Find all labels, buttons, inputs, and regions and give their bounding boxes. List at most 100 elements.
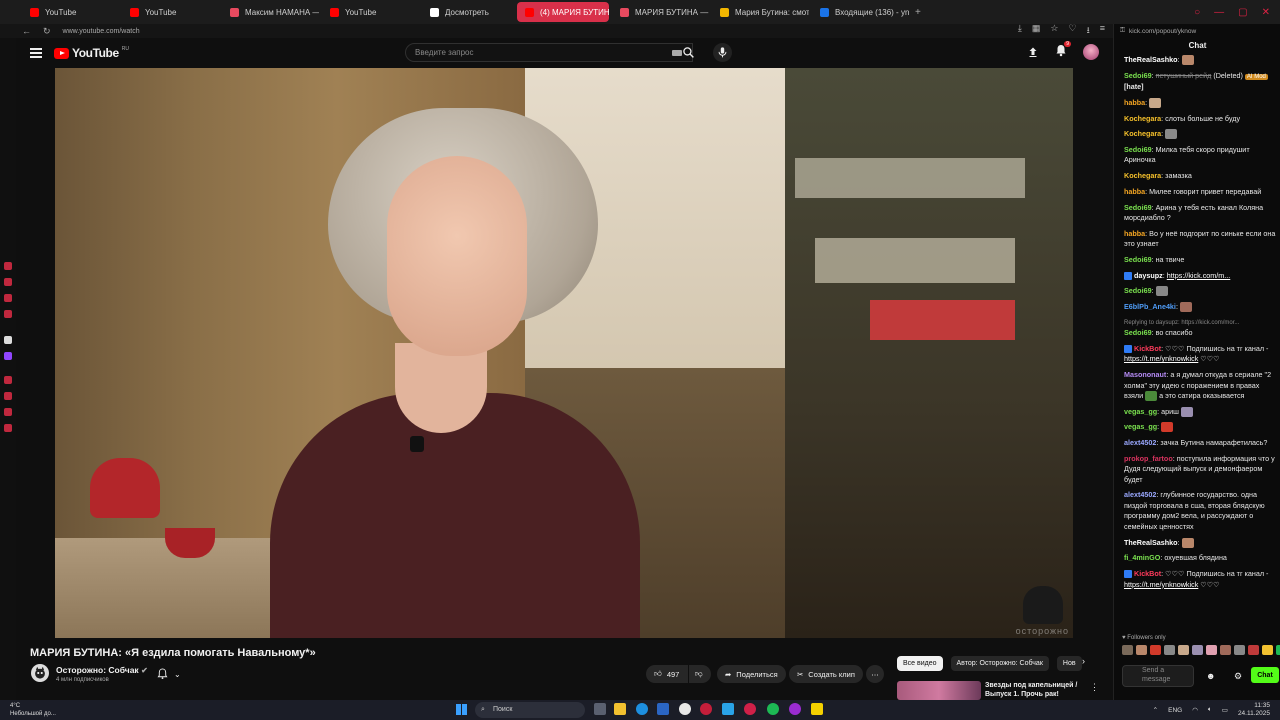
sidebar-app-icon[interactable]: [4, 278, 12, 286]
chat-username[interactable]: habba: [1124, 187, 1145, 196]
browser-tab[interactable]: (4) МАРИЯ БУТИНА: [517, 2, 609, 22]
chat-link[interactable]: https://t.me/ynknowkick: [1124, 354, 1198, 363]
emote-icon[interactable]: [1178, 645, 1189, 655]
chat-username[interactable]: prokop_fartoo: [1124, 454, 1173, 463]
sidebar-app-icon[interactable]: [4, 310, 12, 318]
account-avatar[interactable]: [1083, 44, 1099, 60]
menu-icon[interactable]: ≡: [1100, 23, 1105, 39]
task-view-icon[interactable]: [594, 703, 606, 715]
recommended-video-thumbnail[interactable]: [897, 681, 981, 700]
share-button[interactable]: ➦ Поделиться: [717, 665, 786, 683]
subscription-bell-button[interactable]: ⌄: [151, 665, 191, 683]
video-player[interactable]: осторожно: [55, 68, 1073, 638]
dislike-button[interactable]: 👎︎: [689, 665, 711, 683]
file-explorer-icon[interactable]: [614, 703, 626, 715]
chat-username[interactable]: Sedoi69: [1124, 255, 1152, 264]
emote-icon[interactable]: [1122, 645, 1133, 655]
wifi-icon[interactable]: ◠: [1192, 706, 1198, 714]
chat-username[interactable]: Sedoi69: [1124, 203, 1152, 212]
channel-name[interactable]: Осторожно: Собчак ✔: [56, 665, 148, 675]
emote-icon[interactable]: [1150, 645, 1161, 655]
edge-icon[interactable]: [636, 703, 648, 715]
chat-username[interactable]: Masononaut: [1124, 370, 1166, 379]
back-icon[interactable]: ←: [22, 26, 31, 36]
new-tab-button[interactable]: +: [915, 7, 921, 18]
system-clock[interactable]: 11:35 24.11.2025: [1238, 702, 1270, 718]
sidebar-app-icon[interactable]: [4, 294, 12, 302]
emote-icon[interactable]: [1164, 645, 1175, 655]
chat-username[interactable]: alext4502: [1124, 438, 1156, 447]
browser-tab[interactable]: Максим НАМАНА — Янд: [222, 2, 319, 22]
chat-username[interactable]: TheRealSashko: [1124, 55, 1178, 64]
sidebar-app-icon[interactable]: [4, 424, 12, 432]
weather-widget[interactable]: 4°C Небольшой до...: [10, 702, 56, 718]
emote-icon[interactable]: [1248, 645, 1259, 655]
voice-search-button[interactable]: [713, 43, 732, 62]
chat-username[interactable]: Kochegara: [1124, 129, 1161, 138]
emote-icon[interactable]: [1262, 645, 1273, 655]
chat-link[interactable]: https://kick.com/m...: [1167, 271, 1231, 280]
upload-icon[interactable]: [1027, 46, 1039, 58]
sidebar-app-icon[interactable]: [4, 336, 12, 344]
emote-icon[interactable]: [1206, 645, 1217, 655]
minimize-icon[interactable]: —: [1214, 7, 1224, 18]
chat-username[interactable]: E6blPb_Ane4ki: [1124, 302, 1176, 311]
downloads-icon[interactable]: ⭳: [1087, 23, 1090, 39]
chat-username[interactable]: TheRealSashko: [1124, 538, 1178, 547]
emote-icon[interactable]: [1276, 645, 1280, 655]
store-icon[interactable]: [657, 703, 669, 715]
sidebar-app-icon[interactable]: [4, 392, 12, 400]
create-clip-button[interactable]: ✂ Создать клип: [789, 665, 863, 683]
battery-icon[interactable]: ▭: [1222, 706, 1228, 714]
yandex-icon[interactable]: [679, 703, 691, 715]
chat-username[interactable]: Sedoi69: [1124, 71, 1152, 80]
sidebar-app-icon[interactable]: [4, 262, 12, 270]
browser-tab[interactable]: МАРИЯ БУТИНА — Янд: [612, 2, 709, 22]
hamburger-menu-icon[interactable]: [30, 48, 42, 58]
chat-link[interactable]: https://t.me/ynknowkick: [1124, 580, 1198, 589]
sidebar-app-icon[interactable]: [4, 376, 12, 384]
emote-icon[interactable]: [1234, 645, 1245, 655]
chat-username[interactable]: KickBot: [1134, 344, 1161, 353]
chat-message-input[interactable]: Send a message: [1122, 665, 1194, 687]
notifications-button[interactable]: 9: [1055, 41, 1071, 60]
browser-tab[interactable]: Входящие (136) - ynkno: [812, 2, 909, 22]
browser-tab[interactable]: YouTube: [122, 2, 219, 22]
chat-username[interactable]: habba: [1124, 229, 1145, 238]
opera-gx-icon[interactable]: [744, 703, 756, 715]
search-tabs-icon[interactable]: ○: [1194, 7, 1200, 18]
twitch-icon[interactable]: [4, 352, 12, 360]
browser-tab[interactable]: Досмотреть: [422, 2, 514, 22]
emote-icon[interactable]: [1136, 645, 1147, 655]
recommended-video-title[interactable]: Звезды под капельницей / Выпуск 1. Прочь…: [985, 681, 1085, 699]
opera-icon[interactable]: [700, 703, 712, 715]
reload-icon[interactable]: ↻: [43, 26, 51, 37]
app-icon[interactable]: [789, 703, 801, 715]
recommended-video-menu-icon[interactable]: ⋮: [1090, 682, 1099, 693]
chat-username[interactable]: fi_4minGO: [1124, 553, 1160, 562]
chat-username[interactable]: vegas_gg: [1124, 422, 1157, 431]
more-actions-button[interactable]: ⋯: [866, 665, 884, 683]
browser-tab[interactable]: Мария Бутина: смотри: [712, 2, 809, 22]
close-window-icon[interactable]: ✕: [1262, 7, 1270, 18]
chat-username[interactable]: Sedoi69: [1124, 286, 1152, 295]
chat-username[interactable]: vegas_gg: [1124, 407, 1157, 416]
youtube-logo[interactable]: YouTube RU: [54, 46, 129, 60]
music-app-icon[interactable]: [767, 703, 779, 715]
windows-start-icon[interactable]: [456, 704, 467, 715]
chat-send-button[interactable]: Chat: [1251, 667, 1279, 683]
address-url[interactable]: www.youtube.com/watch: [63, 28, 140, 35]
recommendation-filter-chip[interactable]: Автор: Осторожно: Собчак: [950, 656, 1049, 671]
volume-icon[interactable]: 🔈︎: [1208, 706, 1212, 714]
chat-username[interactable]: Sedoi69: [1124, 328, 1152, 337]
language-indicator[interactable]: ENG: [1168, 707, 1182, 714]
telegram-icon[interactable]: [722, 703, 734, 715]
channel-avatar[interactable]: [31, 664, 49, 682]
emote-icon[interactable]: [1220, 645, 1231, 655]
download-icon[interactable]: ⤓: [1018, 23, 1022, 39]
emote-icon[interactable]: [1192, 645, 1203, 655]
extension-icon[interactable]: ▦: [1032, 23, 1041, 39]
like-button[interactable]: 👍︎ 497: [646, 665, 688, 683]
chat-username[interactable]: habba: [1124, 98, 1145, 107]
maximize-icon[interactable]: ▢: [1238, 7, 1247, 18]
